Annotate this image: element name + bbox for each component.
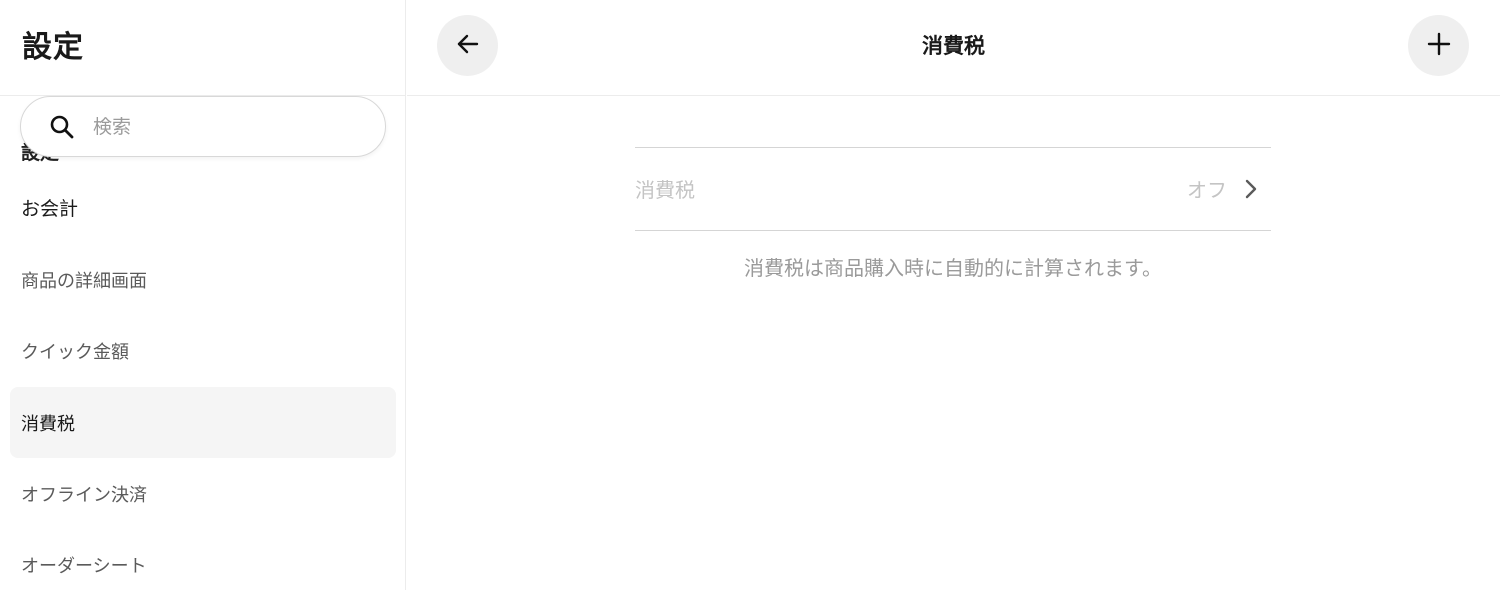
chevron-right-icon xyxy=(1243,177,1259,201)
main-header: 消費税 xyxy=(407,0,1500,96)
sidebar-title: 設定 xyxy=(22,30,84,65)
sidebar-item-consumption-tax[interactable]: 消費税 xyxy=(10,387,396,458)
search-icon xyxy=(49,114,75,140)
consumption-tax-note: 消費税は商品購入時に自動的に計算されます。 xyxy=(744,256,1162,280)
sidebar-item-label: クイック金額 xyxy=(21,341,129,363)
sidebar-item-quick-amount[interactable]: クイック金額 xyxy=(10,315,396,386)
sidebar-item-label: オーダーシート xyxy=(21,555,147,577)
sidebar-item-checkout[interactable]: お会計 xyxy=(10,172,396,243)
sidebar-item-label: オフライン決済 xyxy=(21,484,147,506)
search-input[interactable] xyxy=(93,111,363,143)
sidebar-item-label: お会計 xyxy=(21,198,79,220)
consumption-tax-status: オフ xyxy=(1187,178,1227,202)
sidebar-item-product-details[interactable]: 商品の詳細画面 xyxy=(10,244,396,315)
sidebar-item-label: 商品の詳細画面 xyxy=(21,270,147,292)
add-button[interactable] xyxy=(1408,15,1469,76)
sidebar-item-order-sheet[interactable]: オーダーシート xyxy=(10,529,396,590)
plus-icon xyxy=(1426,31,1452,61)
consumption-tax-row[interactable]: 消費税 オフ xyxy=(635,147,1271,231)
consumption-tax-label: 消費税 xyxy=(635,178,695,202)
sidebar-header: 設定 xyxy=(0,0,405,96)
page-title: 消費税 xyxy=(922,34,985,58)
sidebar-item-label: 消費税 xyxy=(21,413,75,435)
app: 設定 お会計 商品の詳細画面 クイック金額 消費税 オフライン決済 オーダーシー… xyxy=(0,0,1500,590)
sidebar-item-offline-payment[interactable]: オフライン決済 xyxy=(10,458,396,529)
search-bar[interactable] xyxy=(20,96,386,157)
sidebar: 設定 お会計 商品の詳細画面 クイック金額 消費税 オフライン決済 オーダーシー… xyxy=(0,0,406,590)
